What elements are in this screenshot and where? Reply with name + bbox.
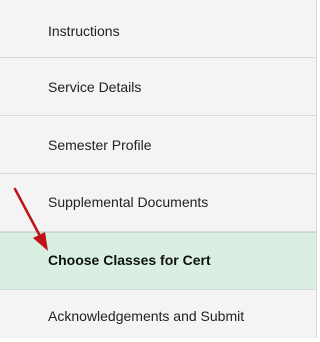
nav-item-instructions[interactable]: Instructions — [0, 0, 316, 58]
nav-item-label: Supplemental Documents — [48, 194, 209, 210]
nav-item-label: Acknowledgements and Submit — [48, 308, 245, 324]
nav-item-label: Choose Classes for Cert — [48, 252, 211, 268]
side-navigation: Instructions Service Details Semester Pr… — [0, 0, 317, 338]
nav-item-label: Service Details — [48, 79, 142, 95]
nav-item-supplemental-documents[interactable]: Supplemental Documents — [0, 174, 316, 232]
nav-item-label: Instructions — [48, 23, 120, 39]
nav-item-semester-profile[interactable]: Semester Profile — [0, 116, 316, 174]
nav-item-choose-classes-for-cert[interactable]: Choose Classes for Cert — [0, 232, 316, 290]
nav-item-label: Semester Profile — [48, 137, 152, 153]
nav-item-acknowledgements-and-submit[interactable]: Acknowledgements and Submit — [0, 290, 316, 338]
nav-item-service-details[interactable]: Service Details — [0, 58, 316, 116]
